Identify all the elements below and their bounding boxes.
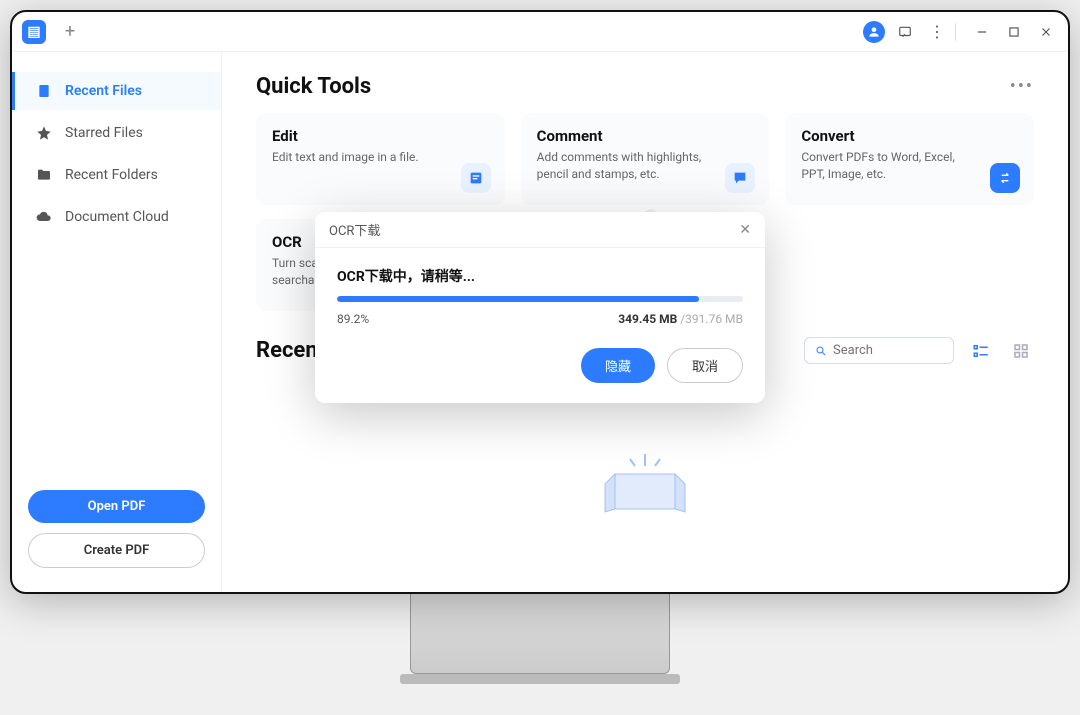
dialog-title: OCR下载 (329, 220, 380, 239)
quick-tools-heading: Quick Tools (256, 74, 371, 99)
quick-tools-more-icon[interactable]: ••• (1010, 76, 1034, 97)
convert-icon (990, 163, 1020, 193)
folder-icon (35, 166, 53, 184)
card-desc: Convert PDFs to Word, Excel, PPT, Image,… (801, 149, 971, 183)
card-title: Convert (801, 127, 1018, 145)
quick-tool-edit[interactable]: Edit Edit text and image in a file. (256, 113, 505, 205)
cancel-button[interactable]: 取消 (667, 348, 743, 383)
minimize-button[interactable] (970, 20, 994, 44)
sidebar-item-starred-files[interactable]: Starred Files (12, 114, 221, 152)
progress-percent: 89.2% (337, 312, 369, 326)
sidebar-item-label: Document Cloud (65, 209, 169, 225)
quick-tool-convert[interactable]: Convert Convert PDFs to Word, Excel, PPT… (785, 113, 1034, 205)
account-icon[interactable] (863, 21, 885, 43)
list-view-icon[interactable] (968, 338, 994, 364)
create-pdf-button[interactable]: Create PDF (28, 533, 205, 568)
card-desc: Add comments with highlights, pencil and… (537, 149, 707, 183)
more-menu-icon[interactable]: ⋮ (925, 20, 949, 44)
hide-button[interactable]: 隐藏 (581, 348, 655, 383)
open-pdf-button[interactable]: Open PDF (28, 490, 205, 523)
dialog-close-icon[interactable]: ✕ (739, 222, 751, 238)
comment-icon (725, 163, 755, 193)
card-title: Edit (272, 127, 489, 145)
sidebar-item-label: Recent Files (65, 83, 142, 99)
file-icon (35, 82, 53, 100)
sidebar-item-recent-folders[interactable]: Recent Folders (12, 156, 221, 194)
progress-size: 349.45 MB /391.76 MB (618, 312, 743, 326)
sidebar-item-label: Recent Folders (65, 167, 158, 183)
empty-state-illustration (256, 434, 1034, 524)
sidebar-item-recent-files[interactable]: Recent Files (12, 72, 221, 110)
sidebar-item-label: Starred Files (65, 125, 143, 141)
card-title: Comment (537, 127, 754, 145)
search-input[interactable] (833, 343, 943, 358)
star-icon (35, 124, 53, 142)
cloud-icon (35, 208, 53, 226)
maximize-button[interactable] (1002, 20, 1026, 44)
close-window-button[interactable] (1034, 20, 1058, 44)
sidebar: Recent Files Starred Files Recent Folder… (12, 52, 222, 592)
progress-bar (337, 296, 743, 302)
grid-view-icon[interactable] (1008, 338, 1034, 364)
edit-icon (461, 163, 491, 193)
new-tab-button[interactable]: + (58, 20, 82, 44)
sidebar-item-document-cloud[interactable]: Document Cloud (12, 198, 221, 236)
card-desc: Edit text and image in a file. (272, 149, 442, 166)
ocr-download-dialog: OCR下载 ✕ OCR下载中，请稍等... 89.2% 349.45 MB /3… (315, 212, 765, 403)
search-icon (815, 344, 827, 358)
titlebar: ▤ + ⋮ (12, 12, 1068, 52)
quick-tool-comment[interactable]: Comment Add comments with highlights, pe… (521, 113, 770, 205)
dialog-message: OCR下载中，请稍等... (337, 266, 743, 286)
feedback-icon[interactable] (893, 20, 917, 44)
app-logo-icon: ▤ (22, 20, 46, 44)
search-box[interactable] (804, 337, 954, 364)
